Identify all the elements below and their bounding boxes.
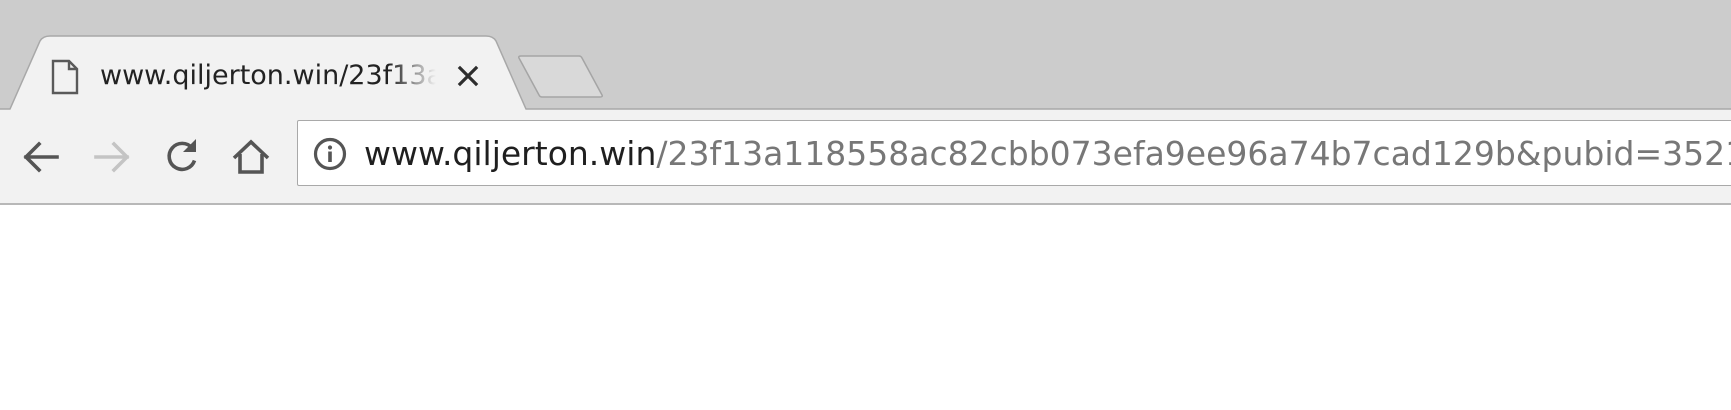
tab-title-container: www.qiljerton.win/23f13a118558ac82cbb073… xyxy=(100,56,436,96)
arrow-right-icon[interactable] xyxy=(86,131,138,183)
arrow-left-icon[interactable] xyxy=(15,131,67,183)
url-path: /23f13a118558ac82cbb073efa9ee96a74b7cad1… xyxy=(656,134,1731,173)
home-icon[interactable] xyxy=(225,131,277,183)
url-host: www.qiljerton.win xyxy=(364,134,657,173)
url-text[interactable]: www.qiljerton.win/23f13a118558ac82cbb073… xyxy=(364,131,1731,177)
page-content xyxy=(0,205,1731,410)
toolbar: www.qiljerton.win/23f13a118558ac82cbb073… xyxy=(0,111,1731,205)
info-icon[interactable] xyxy=(313,137,347,171)
tab-strip: www.qiljerton.win/23f13a118558ac82cbb073… xyxy=(0,0,1731,112)
new-tab-icon[interactable] xyxy=(517,55,605,99)
reload-icon[interactable] xyxy=(156,131,208,183)
tab-title: www.qiljerton.win/23f13a118558ac82cbb073… xyxy=(100,60,436,91)
close-icon[interactable] xyxy=(452,60,484,92)
page-icon xyxy=(51,59,79,95)
address-bar[interactable]: www.qiljerton.win/23f13a118558ac82cbb073… xyxy=(297,120,1731,186)
browser-window: www.qiljerton.win/23f13a118558ac82cbb073… xyxy=(0,0,1731,410)
